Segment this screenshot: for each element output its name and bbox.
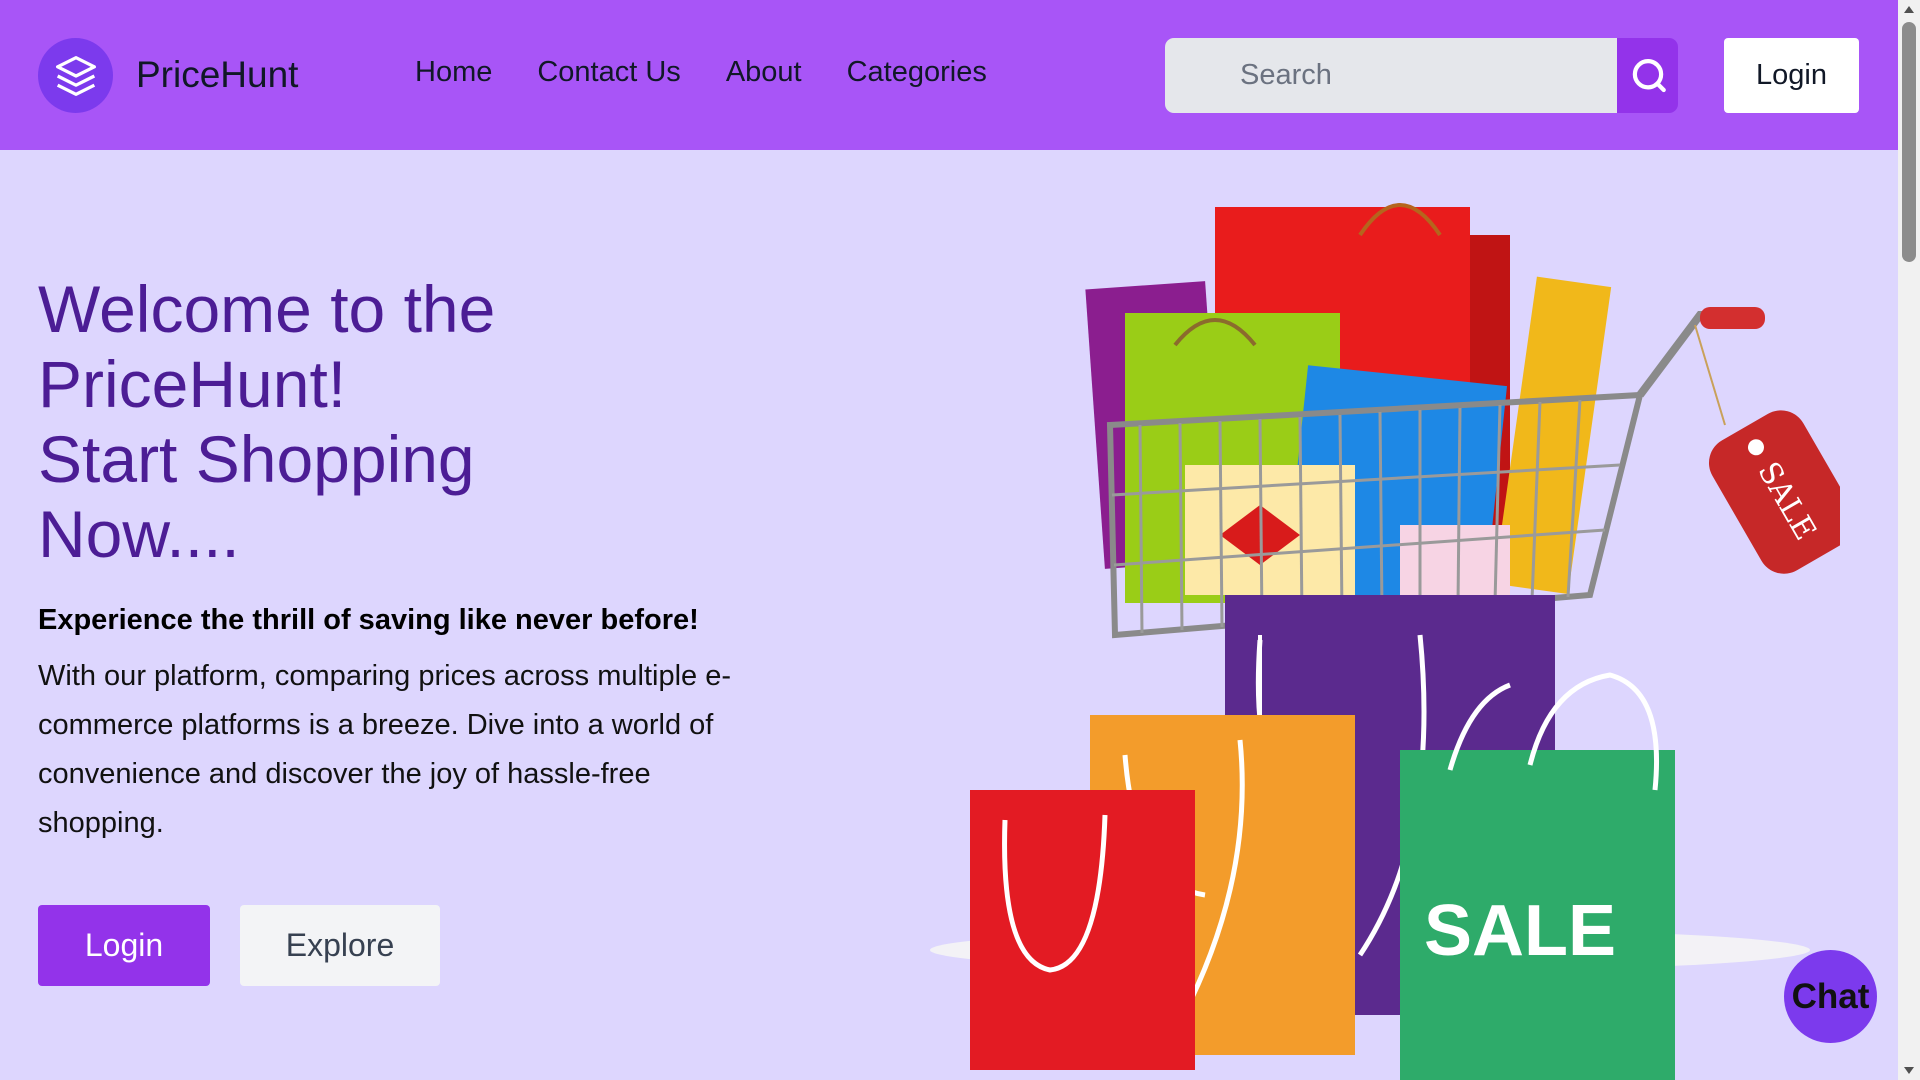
search-bar bbox=[1165, 38, 1678, 113]
nav-contact-us[interactable]: Contact Us bbox=[537, 56, 680, 89]
page: PriceHunt Home Contact Us About Categori… bbox=[0, 0, 1920, 1080]
hero-title-line: Now.... bbox=[38, 497, 240, 571]
hero-title-line: PriceHunt! bbox=[38, 347, 347, 421]
chat-button[interactable]: Chat bbox=[1784, 950, 1877, 1043]
hero-title-line: Start Shopping bbox=[38, 422, 475, 496]
hero-title-line: Welcome to the bbox=[38, 272, 496, 346]
header-login-button[interactable]: Login bbox=[1724, 38, 1859, 113]
sale-bag-text: SALE bbox=[1424, 891, 1616, 971]
hero-lead: Experience the thrill of saving like nev… bbox=[38, 604, 699, 636]
explore-button[interactable]: Explore bbox=[240, 905, 440, 986]
brand-name[interactable]: PriceHunt bbox=[136, 54, 298, 96]
top-navbar: PriceHunt Home Contact Us About Categori… bbox=[0, 0, 1898, 150]
scroll-up-arrow-icon[interactable] bbox=[1904, 6, 1914, 13]
main-nav: Home Contact Us About Categories bbox=[415, 56, 987, 89]
nav-categories[interactable]: Categories bbox=[847, 56, 987, 89]
hero-title: Welcome to the PriceHunt! Start Shopping… bbox=[38, 272, 738, 572]
hero-description: With our platform, comparing prices acro… bbox=[38, 660, 732, 839]
shopping-cart-illustration: SALE SALE bbox=[930, 203, 1840, 1080]
search-icon bbox=[1632, 58, 1666, 92]
scroll-down-arrow-icon[interactable] bbox=[1904, 1067, 1914, 1074]
logo[interactable] bbox=[38, 38, 113, 113]
nav-about[interactable]: About bbox=[726, 56, 802, 89]
hero-login-button[interactable]: Login bbox=[38, 905, 210, 986]
search-button[interactable] bbox=[1617, 38, 1678, 113]
scroll-thumb[interactable] bbox=[1902, 22, 1916, 262]
scrollbar[interactable] bbox=[1898, 0, 1920, 1080]
nav-home[interactable]: Home bbox=[415, 56, 492, 89]
search-input[interactable] bbox=[1165, 38, 1617, 113]
layers-icon bbox=[55, 55, 96, 96]
